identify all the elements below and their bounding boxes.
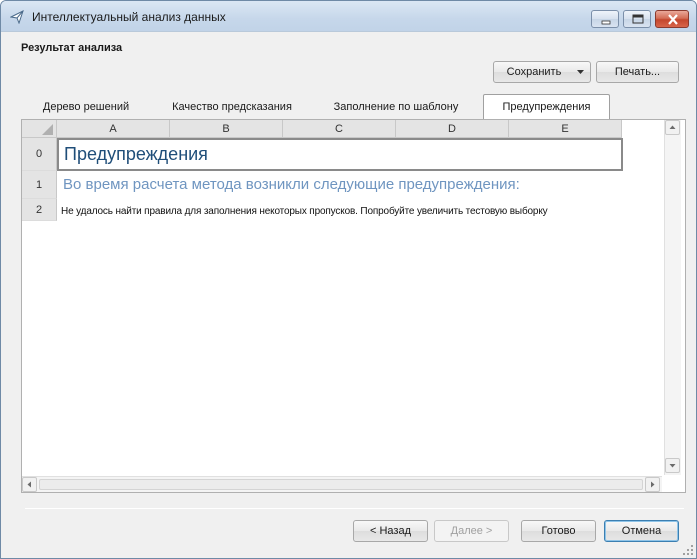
tab-strip: Дерево решений Качество предсказания Зап… <box>21 94 681 120</box>
tab-prediction-quality[interactable]: Качество предсказания <box>157 96 307 119</box>
footer-divider <box>25 508 684 509</box>
row-header-1[interactable]: 1 <box>22 171 57 199</box>
arrow-left-icon <box>27 481 31 488</box>
scroll-right-button[interactable] <box>645 477 660 492</box>
tab-decision-tree[interactable]: Дерево решений <box>21 96 151 119</box>
cancel-button[interactable]: Отмена <box>604 520 679 542</box>
scroll-up-button[interactable] <box>665 120 680 135</box>
dialog-window: Интеллектуальный анализ данных Результат… <box>0 0 697 559</box>
cancel-button-label: Отмена <box>621 525 662 537</box>
tab-warnings[interactable]: Предупреждения <box>483 94 610 120</box>
back-button[interactable]: < Назад <box>353 520 428 542</box>
arrow-down-icon <box>669 464 676 468</box>
print-button[interactable]: Печать... <box>596 61 679 83</box>
chevron-down-icon <box>577 70 584 74</box>
row-header-2[interactable]: 2 <box>22 199 57 221</box>
column-header-c[interactable]: C <box>283 120 396 138</box>
paper-plane-icon <box>10 10 24 24</box>
next-button[interactable]: Далее > <box>434 520 509 542</box>
horizontal-scroll-thumb[interactable] <box>39 479 643 490</box>
column-header-a[interactable]: A <box>57 120 170 138</box>
tab-template-fill[interactable]: Заполнение по шаблону <box>321 96 471 119</box>
save-button-label: Сохранить <box>506 66 562 78</box>
finish-button[interactable]: Готово <box>521 520 596 542</box>
resize-grip-icon[interactable] <box>682 544 694 556</box>
horizontal-scrollbar[interactable] <box>22 476 662 492</box>
cell-warnings-title[interactable]: Предупреждения <box>57 138 623 171</box>
corner-triangle-icon <box>42 124 53 135</box>
row-header-0[interactable]: 0 <box>22 138 57 171</box>
arrow-up-icon <box>669 125 676 129</box>
dialog-body: Результат анализа Сохранить Печать... Де… <box>7 32 690 554</box>
spreadsheet-grid[interactable]: A B C D E 0 1 2 Предупреждения Во время … <box>21 119 686 493</box>
column-header-d[interactable]: D <box>396 120 509 138</box>
window-title: Интеллектуальный анализ данных <box>32 10 226 24</box>
scroll-down-button[interactable] <box>665 458 680 473</box>
minimize-button[interactable] <box>591 10 619 28</box>
close-button[interactable] <box>655 10 689 28</box>
vertical-scrollbar[interactable] <box>664 120 681 475</box>
save-button[interactable]: Сохранить <box>493 61 591 83</box>
minimize-icon <box>601 20 611 25</box>
arrow-right-icon <box>651 481 655 488</box>
scroll-left-button[interactable] <box>22 477 37 492</box>
column-header-b[interactable]: B <box>170 120 283 138</box>
cell-warnings-subtitle[interactable]: Во время расчета метода возникли следующ… <box>63 176 520 193</box>
select-all-corner[interactable] <box>22 120 57 138</box>
close-icon <box>668 14 678 25</box>
maximize-button[interactable] <box>623 10 651 28</box>
title-bar[interactable]: Интеллектуальный анализ данных <box>1 1 696 32</box>
cell-warning-message[interactable]: Не удалось найти правила для заполнения … <box>61 206 548 217</box>
section-title: Результат анализа <box>21 42 123 54</box>
column-header-e[interactable]: E <box>509 120 622 138</box>
maximize-icon <box>632 14 644 24</box>
